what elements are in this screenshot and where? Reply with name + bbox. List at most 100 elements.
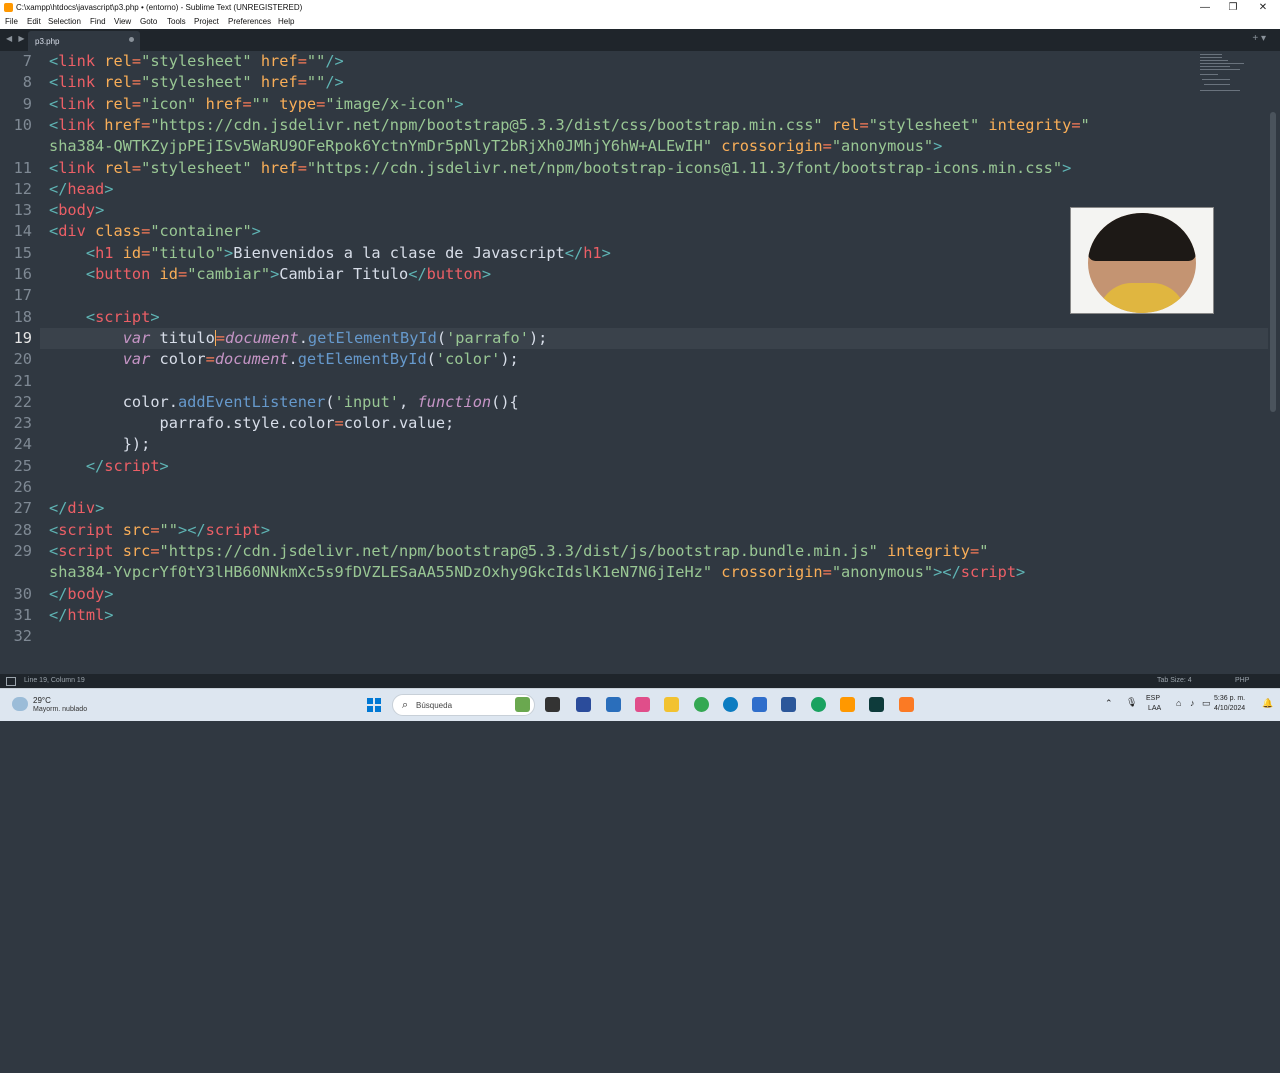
- menu-project[interactable]: Project: [194, 17, 219, 26]
- tray-overflow-chevron-icon[interactable]: ⌃: [1105, 698, 1113, 709]
- line-number: 8: [22, 73, 32, 92]
- line-number: 15: [13, 243, 32, 262]
- window-title: C:\xampp\htdocs\javascript\p3.php • (ent…: [16, 3, 303, 12]
- cursor-position: Line 19, Column 19: [24, 677, 85, 684]
- code-line-10-wrap: sha384-QWTKZyjpPEjISv5WaRU9OFeRpok6YctnY…: [49, 137, 943, 156]
- line-number: 32: [13, 627, 32, 646]
- tab-p3-php[interactable]: p3.php: [28, 31, 140, 51]
- line-number: 21: [13, 371, 32, 390]
- xampp-icon[interactable]: [899, 697, 914, 712]
- close-window-button[interactable]: ✕: [1248, 0, 1278, 15]
- menu-find[interactable]: Find: [90, 17, 106, 26]
- minimize-button[interactable]: —: [1190, 0, 1220, 15]
- network-icon[interactable]: ⌂: [1176, 698, 1181, 708]
- file-explorer-icon[interactable]: [664, 697, 679, 712]
- line-number: 25: [13, 456, 32, 475]
- sublime-app-icon: [4, 3, 13, 12]
- code-line-27: </div>: [49, 499, 105, 518]
- line-number: 24: [13, 435, 32, 454]
- tab-nav-arrows[interactable]: ◀ ▶: [6, 34, 27, 43]
- sublime-text-icon[interactable]: [840, 697, 855, 712]
- code-line-11: <link rel="stylesheet" href="https://cdn…: [49, 158, 1072, 177]
- code-line-28: <script src=""></script>: [49, 520, 271, 539]
- line-number: 23: [13, 414, 32, 433]
- line-number: 18: [13, 307, 32, 326]
- widgets-icon[interactable]: [515, 697, 530, 712]
- volume-icon[interactable]: ♪: [1190, 698, 1195, 708]
- windows-start-icon[interactable]: [367, 698, 381, 712]
- tab-bar: ◀ ▶ p3.php + ▾: [0, 29, 1280, 51]
- battery-icon[interactable]: ▭: [1202, 698, 1211, 709]
- tab-size[interactable]: Tab Size: 4: [1157, 677, 1192, 684]
- code-line-7: <link rel="stylesheet" href=""/>: [49, 52, 344, 70]
- code-line-8: <link rel="stylesheet" href=""/>: [49, 73, 344, 92]
- microphone-icon[interactable]: 🎙: [1126, 697, 1137, 708]
- menu-preferences[interactable]: Preferences: [228, 17, 271, 26]
- tab-dirty-dot-icon[interactable]: [129, 37, 134, 42]
- menu-file[interactable]: File: [5, 17, 18, 26]
- vertical-scrollbar[interactable]: [1270, 112, 1276, 412]
- menu-view[interactable]: View: [114, 17, 131, 26]
- vscode-icon[interactable]: [576, 697, 591, 712]
- taskbar-search[interactable]: ⌕ Búsqueda: [392, 694, 535, 716]
- line-number: 31: [13, 605, 32, 624]
- terminal-icon[interactable]: [869, 697, 884, 712]
- word-icon[interactable]: [781, 697, 796, 712]
- weather-cloud-icon[interactable]: [12, 697, 28, 711]
- menu-selection[interactable]: Selection: [48, 17, 81, 26]
- line-number: 11: [13, 158, 32, 177]
- code-line-12: </head>: [49, 179, 114, 198]
- tab-label: p3.php: [35, 37, 60, 46]
- menu-help[interactable]: Help: [278, 17, 294, 26]
- code-line-29: <script src="https://cdn.jsdelivr.net/np…: [49, 541, 989, 560]
- input-lang[interactable]: ESP: [1146, 695, 1160, 702]
- menu-goto[interactable]: Goto: [140, 17, 157, 26]
- chrome-icon[interactable]: [694, 697, 709, 712]
- weather-temp[interactable]: 29°C: [33, 696, 51, 705]
- maximize-button[interactable]: ❐: [1218, 0, 1248, 15]
- code-line-20: var color=document.getElementById('color…: [122, 350, 519, 369]
- clock-time[interactable]: 5:36 p. m.: [1214, 695, 1245, 702]
- menu-tools[interactable]: Tools: [167, 17, 186, 26]
- code-line-10: <link href="https://cdn.jsdelivr.net/npm…: [49, 115, 1090, 134]
- line-number: 30: [13, 584, 32, 603]
- line-number: 9: [22, 94, 32, 113]
- app-icon[interactable]: [752, 697, 767, 712]
- task-view-icon[interactable]: [545, 697, 560, 712]
- notifications-bell-icon[interactable]: 🔔: [1262, 698, 1273, 709]
- webcam-overlay: [1070, 207, 1214, 314]
- weather-desc[interactable]: Mayorm. nublado: [33, 706, 87, 713]
- clock-date[interactable]: 4/10/2024: [1214, 705, 1245, 712]
- line-number-current: 19: [13, 328, 32, 347]
- code-line-19: var titulo=document.getElementById('parr…: [122, 328, 548, 347]
- windows-taskbar: 29°C Mayorm. nublado ⌕ Búsqueda ⌃ 🎙 ESP …: [0, 688, 1280, 721]
- line-number: 13: [13, 201, 32, 220]
- syntax-mode[interactable]: PHP: [1235, 677, 1249, 684]
- code-area[interactable]: <link rel="stylesheet" href=""/> <link r…: [49, 51, 1090, 1073]
- edge-icon[interactable]: [723, 697, 738, 712]
- line-number: 12: [13, 179, 32, 198]
- line-number: 26: [13, 478, 32, 496]
- chrome-profile-icon[interactable]: [811, 697, 826, 712]
- new-tab-button[interactable]: + ▾: [1252, 33, 1266, 44]
- code-editor[interactable]: 7 8 9 10 11 12 13 14 15 16 17 18 19 20 2…: [0, 51, 1268, 674]
- code-line-24: });: [122, 435, 151, 454]
- line-number: 22: [13, 392, 32, 411]
- line-number: 29: [13, 541, 32, 560]
- menu-edit[interactable]: Edit: [27, 17, 41, 26]
- code-line-23: parrafo.style.color=color.value;: [159, 414, 455, 433]
- input-lang-2[interactable]: LAA: [1148, 705, 1161, 712]
- code-line-22: color.addEventListener('input', function…: [122, 392, 519, 411]
- line-number: 27: [13, 499, 32, 518]
- minimap[interactable]: [1196, 52, 1246, 96]
- code-line-9: <link rel="icon" href="" type="image/x-i…: [49, 94, 464, 113]
- menu-bar: File Edit Selection Find View Goto Tools…: [0, 15, 1280, 29]
- status-bar: Line 19, Column 19 Tab Size: 4 PHP: [0, 674, 1280, 688]
- line-number: 14: [13, 222, 32, 241]
- store-icon[interactable]: [606, 697, 621, 712]
- panel-toggle-icon[interactable]: [6, 677, 16, 686]
- code-line-18: <script>: [85, 307, 160, 326]
- line-number: 7: [22, 52, 32, 70]
- line-number: 20: [13, 350, 32, 369]
- copilot-icon[interactable]: [635, 697, 650, 712]
